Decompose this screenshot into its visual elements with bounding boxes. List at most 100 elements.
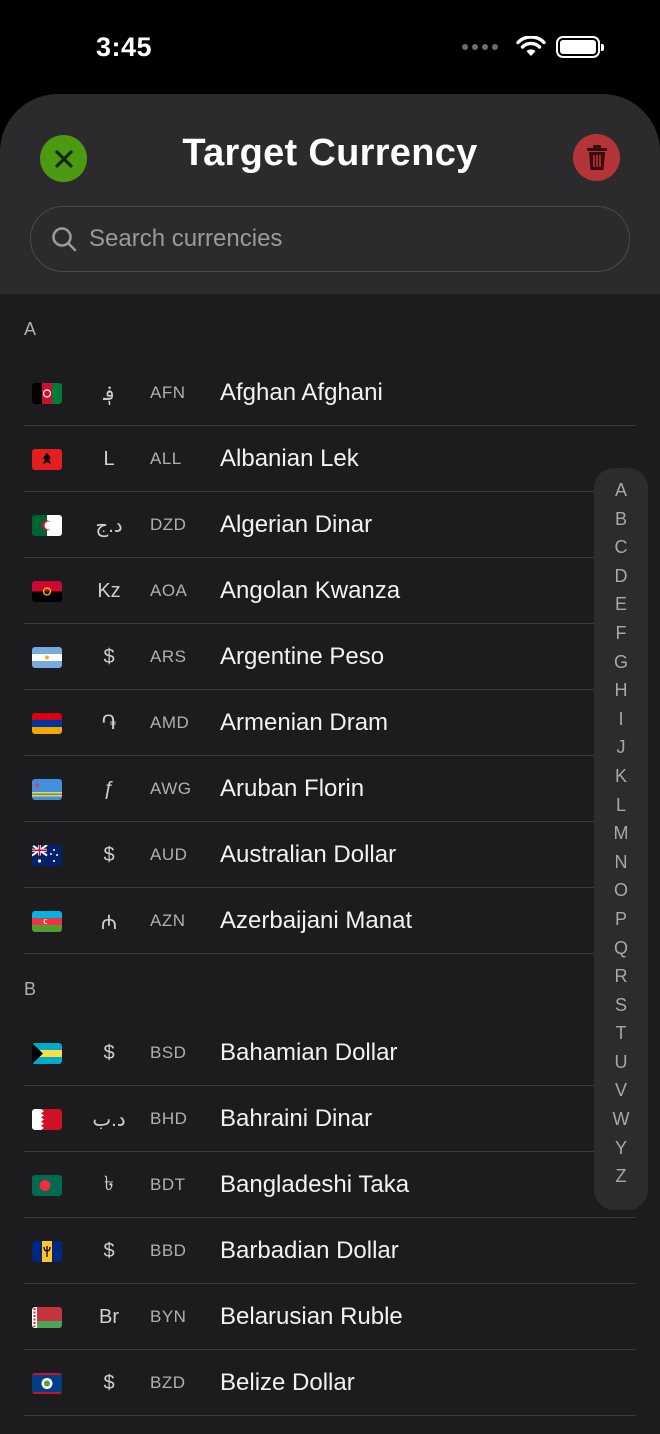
index-letter-y[interactable]: Y bbox=[594, 1134, 648, 1163]
currency-row[interactable]: $ BBD Barbadian Dollar bbox=[0, 1218, 660, 1284]
currency-symbol: ₼ bbox=[100, 911, 118, 934]
currency-code: AMD bbox=[150, 713, 190, 732]
currency-name: Bahraini Dinar bbox=[220, 1105, 373, 1132]
section-header-b: B bbox=[24, 979, 37, 999]
currency-code: BSD bbox=[150, 1043, 187, 1062]
currency-sheet: Target Currency A؋AFNAfghan AfghaniLALLA… bbox=[0, 94, 660, 1434]
currency-row[interactable]: ֏ AMD Armenian Dram bbox=[0, 690, 660, 756]
currency-row[interactable]: $BMDBermudan Dollar bbox=[0, 1416, 660, 1434]
currency-symbol: ؋ bbox=[103, 382, 115, 405]
status-time: 3:45 bbox=[96, 32, 153, 62]
index-letter-q[interactable]: Q bbox=[594, 934, 648, 963]
currency-code: BBD bbox=[150, 1241, 187, 1260]
trash-icon bbox=[586, 144, 607, 170]
currency-row[interactable]: ؋ AFN Afghan Afghani bbox=[0, 360, 660, 426]
currency-code: BHD bbox=[150, 1109, 188, 1128]
currency-code: ALL bbox=[150, 449, 182, 468]
currency-row[interactable]: $ AUD Australian Dollar bbox=[0, 822, 660, 888]
index-letter-m[interactable]: M bbox=[594, 819, 648, 848]
currency-code: DZD bbox=[150, 515, 187, 534]
currency-row[interactable]: Br BYN Belarusian Ruble bbox=[0, 1284, 660, 1350]
currency-row[interactable]: د.ج DZD Algerian Dinar bbox=[0, 492, 660, 558]
search-icon bbox=[52, 227, 77, 252]
index-letter-n[interactable]: N bbox=[594, 848, 648, 877]
currency-symbol: Kz bbox=[97, 579, 121, 602]
index-letter-k[interactable]: K bbox=[594, 762, 648, 791]
albania-flag bbox=[32, 448, 62, 470]
currency-row[interactable]: ƒ AWG Aruban Florin bbox=[0, 756, 660, 822]
currency-name: Australian Dollar bbox=[220, 841, 397, 868]
currency-row[interactable]: $ BZD Belize Dollar bbox=[0, 1350, 660, 1416]
currency-code: BDT bbox=[150, 1175, 186, 1194]
currency-name: Afghan Afghani bbox=[220, 379, 383, 406]
currency-code: AUD bbox=[150, 845, 188, 864]
currency-row[interactable]: ৳ BDT Bangladeshi Taka bbox=[0, 1152, 660, 1218]
status-bar: 3:45 bbox=[0, 0, 660, 92]
currency-symbol: د.ج bbox=[95, 514, 123, 537]
index-letter-r[interactable]: R bbox=[594, 962, 648, 991]
index-letter-c[interactable]: C bbox=[594, 533, 648, 562]
aruba-flag bbox=[32, 778, 62, 800]
currency-code: AZN bbox=[150, 911, 186, 930]
index-letter-w[interactable]: W bbox=[594, 1105, 648, 1134]
index-letter-s[interactable]: S bbox=[594, 991, 648, 1020]
currency-symbol: $ bbox=[103, 843, 115, 866]
currency-name: Belize Dollar bbox=[220, 1369, 355, 1396]
currency-name: Angolan Kwanza bbox=[220, 577, 401, 604]
index-letter-g[interactable]: G bbox=[594, 648, 648, 677]
index-letter-u[interactable]: U bbox=[594, 1048, 648, 1077]
section-index-bar[interactable]: ABCDEFGHIJKLMNOPQRSTUVWYZ bbox=[594, 468, 648, 1210]
index-letter-e[interactable]: E bbox=[594, 590, 648, 619]
currency-code: BYN bbox=[150, 1307, 187, 1326]
bahamas-flag bbox=[32, 1042, 62, 1064]
cellular-signal-icon bbox=[462, 44, 498, 50]
index-letter-o[interactable]: O bbox=[594, 876, 648, 905]
currency-symbol: $ bbox=[103, 1371, 115, 1394]
index-letter-f[interactable]: F bbox=[594, 619, 648, 648]
currency-name: Argentine Peso bbox=[220, 643, 385, 670]
index-letter-j[interactable]: J bbox=[594, 733, 648, 762]
index-letter-p[interactable]: P bbox=[594, 905, 648, 934]
currency-row[interactable]: $ BSD Bahamian Dollar bbox=[0, 1020, 660, 1086]
currency-name: Armenian Dram bbox=[220, 709, 389, 736]
bahrain-flag bbox=[32, 1108, 62, 1130]
delete-button[interactable] bbox=[573, 134, 620, 181]
currency-code: ARS bbox=[150, 647, 187, 666]
currency-row[interactable]: ₼ AZN Azerbaijani Manat bbox=[0, 888, 660, 954]
bangladesh-flag bbox=[32, 1174, 62, 1196]
index-letter-v[interactable]: V bbox=[594, 1076, 648, 1105]
currency-code: AWG bbox=[150, 779, 192, 798]
currency-name: Barbadian Dollar bbox=[220, 1237, 399, 1264]
currency-row[interactable]: د.ب BHD Bahraini Dinar bbox=[0, 1086, 660, 1152]
currency-symbol: د.ب bbox=[92, 1108, 126, 1131]
search-input[interactable] bbox=[89, 225, 609, 253]
wifi-icon bbox=[516, 36, 546, 56]
belize-flag bbox=[32, 1372, 62, 1394]
argentina-flag bbox=[32, 646, 62, 668]
currency-row[interactable]: L ALL Albanian Lek bbox=[0, 426, 660, 492]
currency-symbol: ƒ bbox=[103, 777, 115, 800]
azerbaijan-flag bbox=[32, 910, 62, 932]
index-letter-l[interactable]: L bbox=[594, 791, 648, 820]
index-letter-t[interactable]: T bbox=[594, 1019, 648, 1048]
section-header-a: A bbox=[24, 319, 37, 339]
battery-icon bbox=[556, 36, 604, 58]
index-letter-i[interactable]: I bbox=[594, 705, 648, 734]
currency-code: AFN bbox=[150, 383, 186, 402]
australia-flag bbox=[32, 844, 62, 866]
currency-row[interactable]: $ ARS Argentine Peso bbox=[0, 624, 660, 690]
index-letter-a[interactable]: A bbox=[594, 476, 648, 505]
index-letter-d[interactable]: D bbox=[594, 562, 648, 591]
afghanistan-flag bbox=[32, 382, 62, 404]
sheet-header: Target Currency bbox=[0, 94, 660, 294]
currency-row[interactable]: Kz AOA Angolan Kwanza bbox=[0, 558, 660, 624]
index-letter-b[interactable]: B bbox=[594, 505, 648, 534]
currency-name: Belarusian Ruble bbox=[220, 1303, 403, 1330]
currency-symbol: $ bbox=[103, 645, 115, 668]
search-bar[interactable] bbox=[30, 206, 630, 272]
index-letter-z[interactable]: Z bbox=[594, 1162, 648, 1191]
barbados-flag bbox=[32, 1240, 62, 1262]
currency-symbol: ֏ bbox=[101, 711, 117, 734]
index-letter-h[interactable]: H bbox=[594, 676, 648, 705]
currency-code: AOA bbox=[150, 581, 188, 600]
